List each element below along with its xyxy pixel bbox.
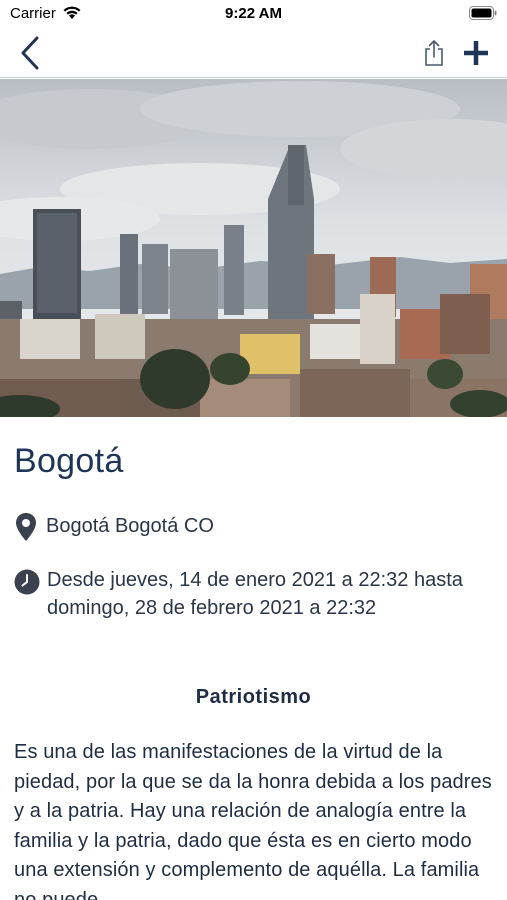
share-icon: [425, 40, 443, 66]
location-pin-icon: [16, 513, 36, 541]
clock-icon: [14, 569, 40, 595]
section-heading: Patriotismo: [195, 686, 312, 708]
status-time: 9:22 AM: [225, 5, 282, 22]
share-button[interactable]: [418, 34, 450, 72]
status-bar: Carrier 9:22 AM: [0, 0, 507, 28]
add-button[interactable]: [458, 34, 494, 72]
battery-icon: [469, 6, 497, 25]
section-body: Es una de las manifestaciones de la virt…: [14, 741, 492, 900]
hero-city-image: [0, 79, 507, 417]
location-row: Bogotá Bogotá CO: [14, 512, 494, 542]
back-button[interactable]: [12, 34, 48, 72]
event-date-range: Desde jueves, 14 de enero 2021 a 22:32 h…: [47, 569, 463, 619]
navigation-bar: [0, 28, 507, 78]
event-location: Bogotá Bogotá CO: [46, 515, 214, 537]
plus-icon: [464, 41, 488, 65]
date-row: Desde jueves, 14 de enero 2021 a 22:32 h…: [14, 566, 494, 622]
back-chevron-icon: [21, 36, 39, 70]
event-title: Bogotá: [14, 442, 124, 480]
